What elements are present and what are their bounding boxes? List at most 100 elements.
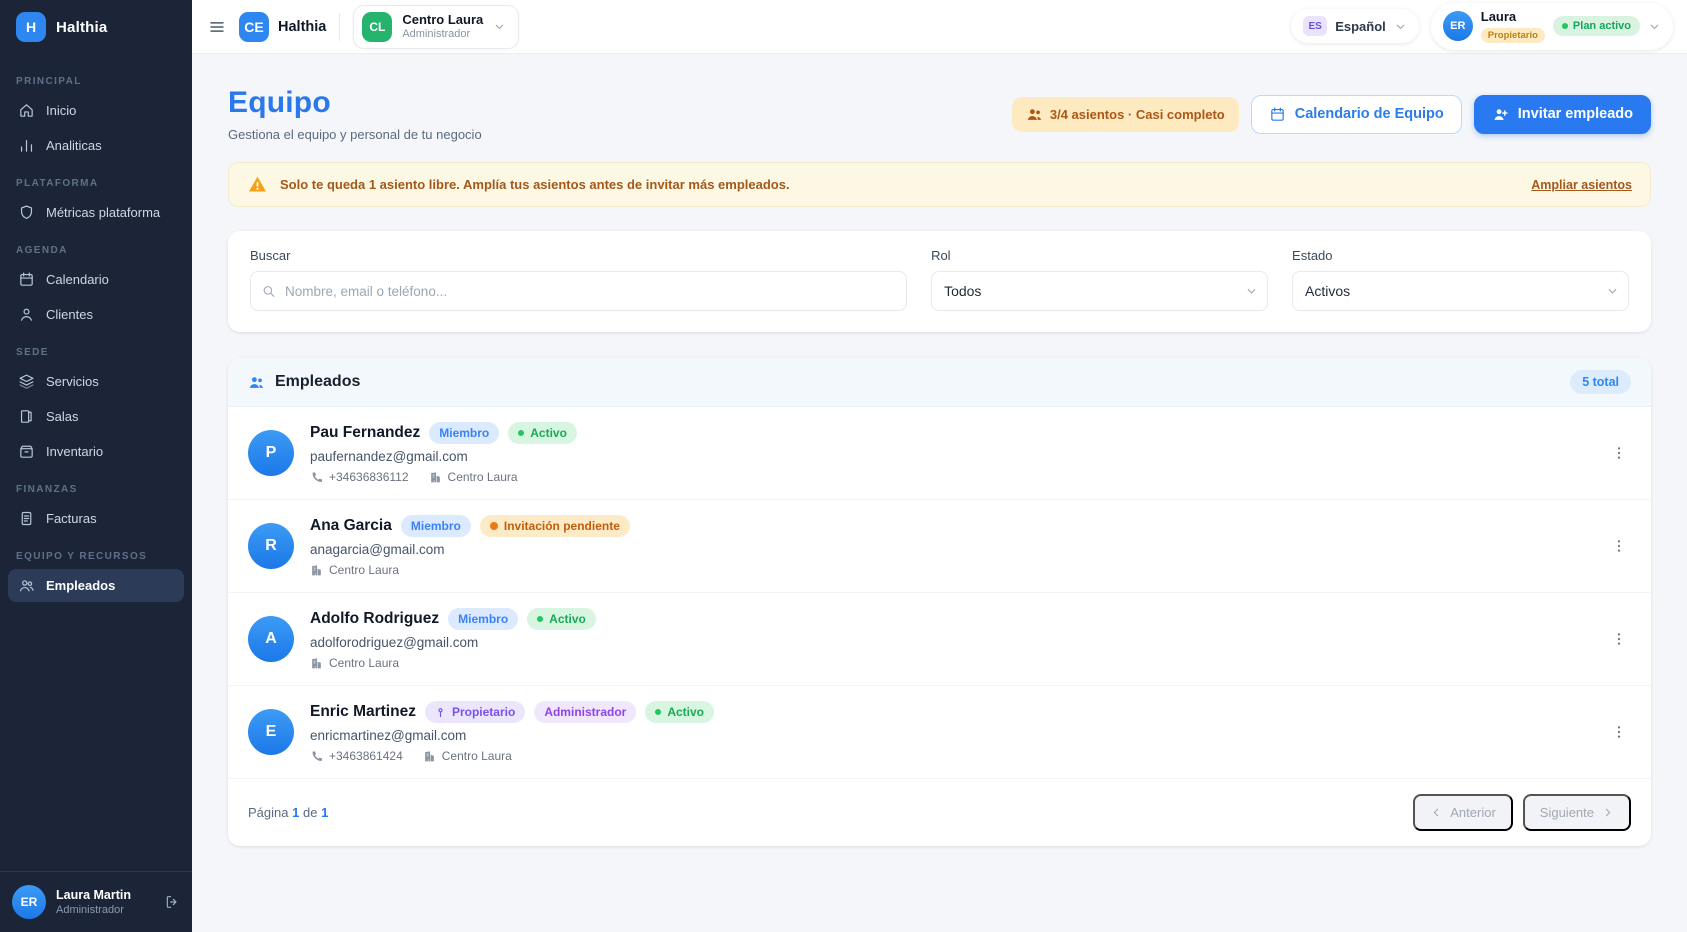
sidebar-logo: H Halthia [0,0,192,54]
sidebar-footer: ER Laura Martin Administrador [0,871,192,932]
expand-seats-link[interactable]: Ampliar asientos [1531,178,1632,192]
avatar: P [248,430,294,476]
employee-center: Centro Laura [310,563,399,577]
total-count-badge: 5 total [1570,370,1631,394]
status-select[interactable]: Activos [1292,271,1629,311]
status-dot-icon [490,522,498,530]
topbar: CE Halthia CL Centro Laura Administrador… [192,0,1687,54]
phone-icon [310,471,323,484]
sidebar-item-label: Clientes [46,307,93,322]
phone-icon [310,750,323,763]
chevron-down-icon [493,20,506,33]
layers-icon [18,373,35,390]
current-page: 1 [292,805,299,820]
employee-center: Centro Laura [429,470,518,484]
role-label: Rol [931,248,1268,263]
building-icon [429,471,442,484]
divider [339,13,340,41]
employee-phone: +3463861424 [310,749,403,763]
chevron-right-icon [1601,806,1614,819]
previous-page-button[interactable]: Anterior [1413,794,1513,831]
language-label: Español [1335,19,1386,34]
sidebar-item-facturas[interactable]: Facturas [8,502,184,535]
badge-member: Miembro [448,608,518,630]
sidebar-user-name: Laura Martin [56,888,131,902]
avatar: ER [12,885,46,919]
badge-active: Activo [508,422,577,444]
employee-name: Pau Fernandez [310,424,420,442]
sidebar-section-label: FINANZAS [16,484,176,495]
search-icon [261,284,276,299]
pagination-text: Página 1 de 1 [248,805,328,820]
sidebar-user-role: Administrador [56,904,131,916]
workspace-chip: CE Halthia [239,12,326,42]
row-actions-menu-icon[interactable] [1607,720,1631,744]
badge-admin: Administrador [534,701,636,723]
warning-icon [247,174,268,195]
badge-member: Miembro [429,422,499,444]
employee-row: E Enric MartinezPropietarioAdministrador… [228,686,1651,778]
invite-employee-button[interactable]: Invitar empleado [1474,95,1651,134]
team-calendar-button[interactable]: Calendario de Equipo [1251,95,1462,134]
row-actions-menu-icon[interactable] [1607,441,1631,465]
sidebar-item-label: Inventario [46,444,103,459]
center-name: Centro Laura [402,13,483,28]
users-icon [248,374,265,391]
plan-status-badge: Plan activo [1553,16,1640,36]
user-icon [18,306,35,323]
status-dot-icon [1562,23,1568,29]
center-selector[interactable]: CL Centro Laura Administrador [353,5,519,49]
sidebar-item-calendario[interactable]: Calendario [8,263,184,296]
sidebar-item-label: Servicios [46,374,99,389]
sidebar-item-inventario[interactable]: Inventario [8,435,184,468]
role-select[interactable]: Todos [931,271,1268,311]
sidebar-item-inicio[interactable]: Inicio [8,94,184,127]
badge-owner: Propietario [425,701,525,723]
seats-warning-banner: Solo te queda 1 asiento libre. Amplía tu… [228,162,1651,207]
employee-center: Centro Laura [310,656,399,670]
sidebar-item-servicios[interactable]: Servicios [8,365,184,398]
user-plus-icon [1492,106,1509,123]
user-menu[interactable]: ER Laura Propietario Plan activo [1431,3,1673,49]
employees-list: P Pau FernandezMiembroActivo paufernande… [228,407,1651,778]
sidebar-item-label: Empleados [46,578,115,593]
workspace-avatar: CE [239,12,269,42]
sidebar-section-label: PRINCIPAL [16,76,176,87]
search-input[interactable] [250,271,907,311]
sidebar-item-metricas-plataforma[interactable]: Métricas plataforma [8,196,184,229]
sidebar-item-empleados[interactable]: Empleados [8,569,184,602]
sidebar-item-salas[interactable]: Salas [8,400,184,433]
filters-card: Buscar Rol Todos Estado Activos [228,231,1651,332]
avatar: ER [1443,11,1473,41]
next-page-button[interactable]: Siguiente [1523,794,1631,831]
search-label: Buscar [250,248,907,263]
owner-pin-icon [435,707,446,718]
avatar: A [248,616,294,662]
language-selector[interactable]: ES Español [1291,9,1419,43]
row-actions-menu-icon[interactable] [1607,627,1631,651]
employee-row: R Ana GarciaMiembroInvitación pendiente … [228,500,1651,593]
sidebar-item-label: Métricas plataforma [46,205,160,220]
avatar: R [248,523,294,569]
sidebar-item-clientes[interactable]: Clientes [8,298,184,331]
employee-row: P Pau FernandezMiembroActivo paufernande… [228,407,1651,500]
sidebar-nav: PRINCIPAL Inicio Analiticas PLATAFORMA Métri… [0,54,192,871]
row-actions-menu-icon[interactable] [1607,534,1631,558]
page-subtitle: Gestiona el equipo y personal de tu nego… [228,127,482,142]
sidebar-item-label: Inicio [46,103,76,118]
sidebar-item-analiticas[interactable]: Analiticas [8,129,184,162]
language-flag-icon: ES [1303,16,1327,36]
user-role-badge: Propietario [1481,28,1545,43]
users-icon [18,577,35,594]
logout-icon[interactable] [164,894,180,910]
sidebar-section-label: PLATAFORMA [16,178,176,189]
badge-active: Activo [527,608,596,630]
avatar: E [248,709,294,755]
status-dot-icon [518,430,524,436]
status-dot-icon [655,709,661,715]
employee-row: A Adolfo RodriguezMiembroActivo adolforo… [228,593,1651,686]
employee-email: adolforodriguez@gmail.com [310,635,1591,650]
sidebar-item-label: Facturas [46,511,97,526]
pagination: Página 1 de 1 Anterior Siguiente [228,778,1651,846]
menu-icon[interactable] [208,18,226,36]
